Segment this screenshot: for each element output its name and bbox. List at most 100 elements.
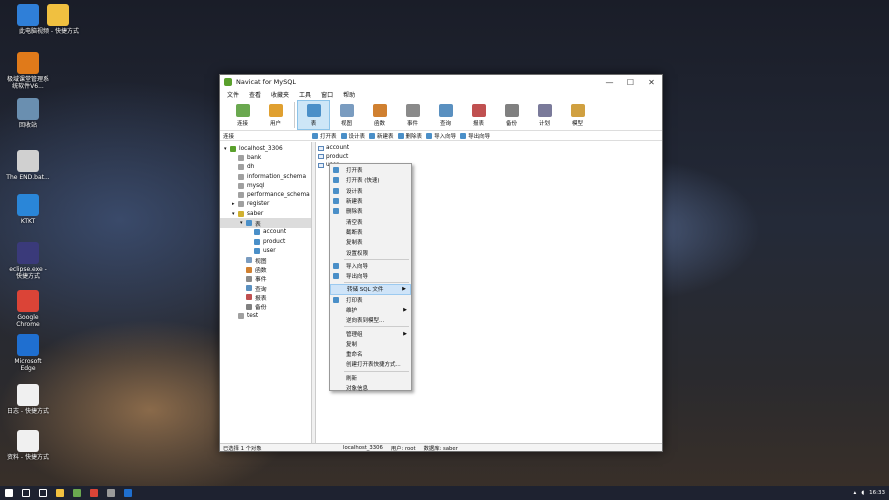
desktop-icon[interactable]: 视频 - 快捷方式 [36, 4, 80, 35]
tree-node[interactable]: 报表 [220, 293, 311, 302]
toolbar-button-report[interactable]: 报表 [462, 100, 495, 130]
context-menu-item[interactable]: 创建打开表快捷方式... [330, 359, 411, 369]
desktop-icon[interactable]: 回收站 [6, 98, 50, 129]
desktop-icon[interactable]: 日志 - 快捷方式 [6, 384, 50, 415]
desktop-icon[interactable]: eclipse.exe - 快捷方式 [6, 242, 50, 280]
desktop-icon[interactable]: Microsoft Edge [6, 334, 50, 372]
database-icon [238, 164, 244, 171]
object-action-button[interactable]: 打开表 [312, 132, 337, 140]
taskbar-button[interactable] [102, 486, 119, 500]
taskbar-button[interactable] [119, 486, 136, 500]
menu-item[interactable]: 查看 [244, 90, 266, 99]
toolbar-button-view[interactable]: 视图 [330, 100, 363, 130]
toolbar-button-query[interactable]: 查询 [429, 100, 462, 130]
table-object[interactable]: product [318, 153, 660, 162]
menu-item-icon [333, 167, 339, 173]
context-menu-item[interactable]: 重命名 [330, 349, 411, 359]
desktop-icon[interactable]: 资料 - 快捷方式 [6, 430, 50, 461]
maximize-button[interactable]: ☐ [620, 78, 641, 87]
toolbar-button-event[interactable]: 事件 [396, 100, 429, 130]
menu-item[interactable]: 工具 [294, 90, 316, 99]
context-menu-item[interactable]: 打开表 (快速) [330, 175, 411, 185]
toolbar-button-schedule[interactable]: 计划 [528, 100, 561, 130]
toolbar-button-connection[interactable]: 连接 [226, 100, 259, 130]
toolbar-button-user[interactable]: 用户 [259, 100, 292, 130]
context-menu-item[interactable]: 打开表 [330, 165, 411, 175]
taskbar-button[interactable] [85, 486, 102, 500]
toolbar-button-backup[interactable]: 备份 [495, 100, 528, 130]
context-menu-item[interactable]: 删除表 [330, 206, 411, 216]
taskbar-button[interactable] [51, 486, 68, 500]
volume-icon[interactable]: ◖ [861, 490, 864, 496]
tree-node[interactable]: dh [220, 163, 311, 172]
tree-node[interactable]: performance_schema [220, 190, 311, 199]
context-menu-item[interactable]: 对象信息 [330, 383, 411, 393]
tree-node[interactable]: product [220, 237, 311, 246]
tree-node[interactable]: ▾ 表 [220, 218, 311, 228]
context-menu-item[interactable]: 新建表 [330, 196, 411, 206]
object-action-button[interactable]: 新建表 [369, 132, 394, 140]
tree-node[interactable]: bank [220, 153, 311, 162]
menu-item[interactable]: 收藏夹 [266, 90, 294, 99]
desktop-icon[interactable]: 极域课堂管理系统软件V6... [6, 52, 50, 90]
table-icon [318, 162, 324, 168]
context-menu-item[interactable]: 清空表 [330, 216, 411, 226]
toolbar-button-model[interactable]: 模型 [561, 100, 594, 130]
desktop-icon[interactable]: The END.bat... [6, 150, 50, 181]
object-action-button[interactable]: 导出向导 [460, 132, 490, 140]
file-explorer-icon [55, 489, 64, 497]
desktop-icon[interactable]: Google Chrome [6, 290, 50, 328]
menu-item[interactable]: 帮助 [338, 90, 360, 99]
taskbar-button[interactable] [17, 486, 34, 500]
object-action-button[interactable]: 导入向导 [426, 132, 456, 140]
table-object[interactable]: account [318, 144, 660, 153]
network-icon[interactable]: ▴ [853, 490, 856, 496]
clock[interactable]: 16:33 [869, 490, 885, 496]
tree-node[interactable]: 事件 [220, 274, 311, 283]
tree-node[interactable]: mysql [220, 181, 311, 190]
context-menu-item[interactable]: 复制表 [330, 237, 411, 247]
taskbar-button[interactable] [34, 486, 51, 500]
desktop-icon[interactable]: KTKT [6, 194, 50, 225]
taskbar-button[interactable] [68, 486, 85, 500]
tree-node[interactable]: 备份 [220, 302, 311, 311]
tree-node[interactable]: ▾ localhost_3306 [220, 144, 311, 153]
context-menu-item[interactable]: 打印表 [330, 295, 411, 305]
context-menu-item[interactable]: 逆向表到模型... [330, 315, 411, 325]
context-menu-item[interactable]: 导入向导 [330, 261, 411, 271]
context-menu-item[interactable]: 管理组 ▶ [330, 328, 411, 338]
context-menu-item[interactable]: 设计表 [330, 186, 411, 196]
context-menu-item[interactable]: 维护 ▶ [330, 305, 411, 315]
context-menu-label: 刷新 [346, 375, 358, 382]
search-icon [21, 489, 30, 497]
table-object-name: account [326, 145, 350, 152]
tree-node[interactable]: ▾ saber [220, 209, 311, 218]
title-bar[interactable]: Navicat for MySQL — ☐ ✕ [220, 75, 662, 89]
tree-node[interactable]: 查询 [220, 283, 311, 293]
object-action-button[interactable]: 设计表 [340, 132, 365, 140]
tree-node[interactable]: user [220, 246, 311, 255]
toolbar-button-table[interactable]: 表 [297, 100, 330, 130]
tree-node[interactable]: ▸ register [220, 200, 311, 209]
tree-node[interactable]: test [220, 311, 311, 320]
tree-node-label: localhost_3306 [239, 145, 283, 152]
tree-node[interactable]: account [220, 228, 311, 237]
tree-node[interactable]: 视图 [220, 256, 311, 265]
context-menu-item[interactable]: 转储 SQL 文件 ▶ [330, 284, 411, 295]
context-menu-label: 新建表 [346, 199, 363, 206]
context-menu-item[interactable]: 复制 [330, 339, 411, 349]
tree-node[interactable]: information_schema [220, 172, 311, 181]
tree-node[interactable]: 函数 [220, 265, 311, 274]
tree-node-label: saber [247, 210, 264, 217]
close-button[interactable]: ✕ [641, 78, 662, 87]
toolbar-button-function[interactable]: 函数 [363, 100, 396, 130]
context-menu-item[interactable]: 刷新 [330, 373, 411, 383]
context-menu-item[interactable]: 设置权限 [330, 247, 411, 257]
taskbar-button[interactable] [0, 486, 17, 500]
menu-item[interactable]: 窗口 [316, 90, 338, 99]
menu-item[interactable]: 文件 [222, 90, 244, 99]
context-menu-item[interactable]: 导出向导 [330, 271, 411, 281]
minimize-button[interactable]: — [599, 78, 620, 87]
context-menu-item[interactable]: 截断表 [330, 227, 411, 237]
object-action-button[interactable]: 删除表 [397, 132, 422, 140]
